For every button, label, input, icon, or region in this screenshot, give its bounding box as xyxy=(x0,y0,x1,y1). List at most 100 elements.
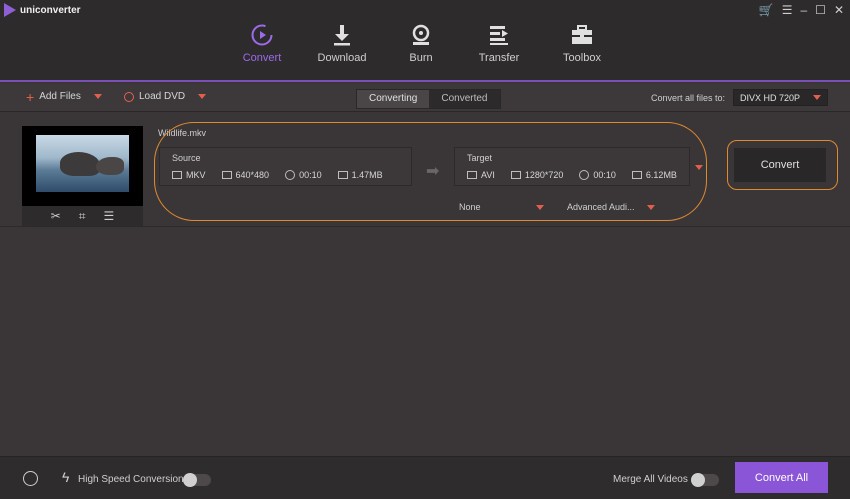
cart-icon[interactable]: 🛒 xyxy=(759,3,774,17)
effects-icon[interactable]: ☰ xyxy=(104,209,115,223)
add-files-button[interactable]: + Add Files xyxy=(26,88,102,105)
audio-select[interactable]: Advanced Audi... xyxy=(563,199,659,215)
seal-shape xyxy=(96,157,124,175)
close-icon[interactable]: ✕ xyxy=(834,3,844,17)
chevron-down-icon[interactable] xyxy=(93,94,102,99)
chevron-down-icon[interactable] xyxy=(198,94,207,99)
high-speed-label: High Speed Conversion xyxy=(78,474,184,485)
target-size-value: 6.12MB xyxy=(645,170,677,180)
tab-convert-label: Convert xyxy=(242,52,282,64)
minimize-icon[interactable]: – xyxy=(800,3,807,17)
load-dvd-button[interactable]: Load DVD xyxy=(124,91,207,102)
app-title: uniconverter xyxy=(20,4,81,16)
lightning-icon: ϟ xyxy=(62,469,70,485)
title-bar: uniconverter 🛒 ☰ – ☐ ✕ Convert Download … xyxy=(0,0,850,82)
window-controls: 🛒 ☰ – ☐ ✕ xyxy=(759,3,844,17)
target-resolution: 1280*720 xyxy=(510,170,564,180)
convert-all-button[interactable]: Convert All xyxy=(735,462,828,493)
main-nav: Convert Download Burn Transfer Toolbox xyxy=(0,22,850,72)
list-icon[interactable]: ☰ xyxy=(782,3,793,17)
video-thumbnail[interactable] xyxy=(22,126,143,206)
tab-burn-label: Burn xyxy=(409,52,433,64)
arrow-right-icon: ➡ xyxy=(426,163,440,180)
convert-all-to-label: Convert all files to: xyxy=(650,93,725,103)
tab-transfer[interactable]: Transfer xyxy=(459,22,539,64)
folder-icon xyxy=(631,171,642,179)
target-size: 6.12MB xyxy=(631,170,677,180)
clock-icon xyxy=(579,170,590,180)
file-name: Wildlife.mkv xyxy=(158,128,207,138)
maximize-icon[interactable]: ☐ xyxy=(815,3,826,17)
toolbox-icon xyxy=(542,22,622,48)
plus-icon: + xyxy=(26,88,35,105)
merge-toggle[interactable] xyxy=(691,473,719,487)
target-title: Target xyxy=(467,153,493,163)
chevron-down-icon xyxy=(536,204,544,210)
target-info[interactable]: Target AVI 1280*720 00:10 6.12MB xyxy=(454,147,690,186)
tab-download-label: Download xyxy=(317,52,367,64)
tab-toolbox-label: Toolbox xyxy=(563,52,601,64)
source-duration: 00:10 xyxy=(285,170,322,180)
crop-icon[interactable]: ⌗ xyxy=(79,209,86,224)
subtitle-value: None xyxy=(459,202,481,212)
tab-burn[interactable]: Burn xyxy=(381,22,461,64)
dvd-icon xyxy=(124,91,134,102)
toolbar: + Add Files Load DVD Converting Converte… xyxy=(0,84,850,112)
download-icon xyxy=(302,22,382,48)
resolution-icon xyxy=(510,171,521,179)
chevron-down-icon xyxy=(694,164,703,170)
toggle-knob xyxy=(183,473,197,487)
source-format: MKV xyxy=(172,170,206,180)
target-duration: 00:10 xyxy=(579,170,616,180)
tab-convert[interactable]: Convert xyxy=(222,22,302,64)
target-format-dropdown[interactable] xyxy=(690,151,707,183)
thumbnail-image xyxy=(36,135,129,192)
convert-button[interactable]: Convert xyxy=(734,148,826,182)
target-duration-value: 00:10 xyxy=(593,170,616,180)
film-icon xyxy=(467,171,477,179)
chevron-down-icon xyxy=(647,204,655,210)
output-format-value: DIVX HD 720P xyxy=(740,92,801,103)
chevron-down-icon xyxy=(813,95,821,100)
seal-shape xyxy=(60,152,100,176)
tab-converted[interactable]: Converted xyxy=(429,90,500,108)
resolution-icon xyxy=(221,171,232,179)
transfer-icon xyxy=(459,22,539,48)
high-speed-toggle[interactable] xyxy=(183,473,211,487)
toggle-knob xyxy=(691,473,705,487)
edit-tools: ✂ ⌗ ☰ xyxy=(22,206,143,226)
trim-icon[interactable]: ✂ xyxy=(51,209,61,223)
target-resolution-value: 1280*720 xyxy=(524,170,564,180)
target-format: AVI xyxy=(467,170,495,180)
load-dvd-label: Load DVD xyxy=(139,91,186,102)
source-size-value: 1.47MB xyxy=(351,170,383,180)
tab-transfer-label: Transfer xyxy=(478,52,520,64)
logo-icon xyxy=(4,3,16,17)
source-resolution: 640*480 xyxy=(221,170,270,180)
source-resolution-value: 640*480 xyxy=(235,170,270,180)
source-info: Source MKV 640*480 00:10 1.47MB xyxy=(159,147,412,186)
merge-label: Merge All Videos xyxy=(613,474,688,485)
convert-icon xyxy=(222,22,302,48)
audio-value: Advanced Audi... xyxy=(567,202,635,212)
tab-converting[interactable]: Converting xyxy=(357,90,430,108)
film-icon xyxy=(172,171,182,179)
source-format-value: MKV xyxy=(186,170,206,180)
source-title: Source xyxy=(172,153,201,163)
source-size: 1.47MB xyxy=(337,170,383,180)
add-files-label: Add Files xyxy=(39,91,81,102)
file-row: ✂ ⌗ ☰ Wildlife.mkv Source MKV 640*480 00… xyxy=(0,117,850,227)
alarm-icon[interactable] xyxy=(23,471,38,486)
subtitle-select[interactable]: None xyxy=(455,199,548,215)
tab-toolbox[interactable]: Toolbox xyxy=(542,22,622,64)
app-logo: uniconverter xyxy=(4,3,81,17)
clock-icon xyxy=(285,170,296,180)
target-format-value: AVI xyxy=(481,170,495,180)
folder-icon xyxy=(337,171,348,179)
tab-download[interactable]: Download xyxy=(302,22,382,64)
output-format-select[interactable]: DIVX HD 720P xyxy=(733,89,828,106)
bottom-bar: ϟ High Speed Conversion Merge All Videos… xyxy=(0,456,850,499)
status-tabs: Converting Converted xyxy=(356,89,501,109)
source-duration-value: 00:10 xyxy=(299,170,322,180)
burn-icon xyxy=(381,22,461,48)
